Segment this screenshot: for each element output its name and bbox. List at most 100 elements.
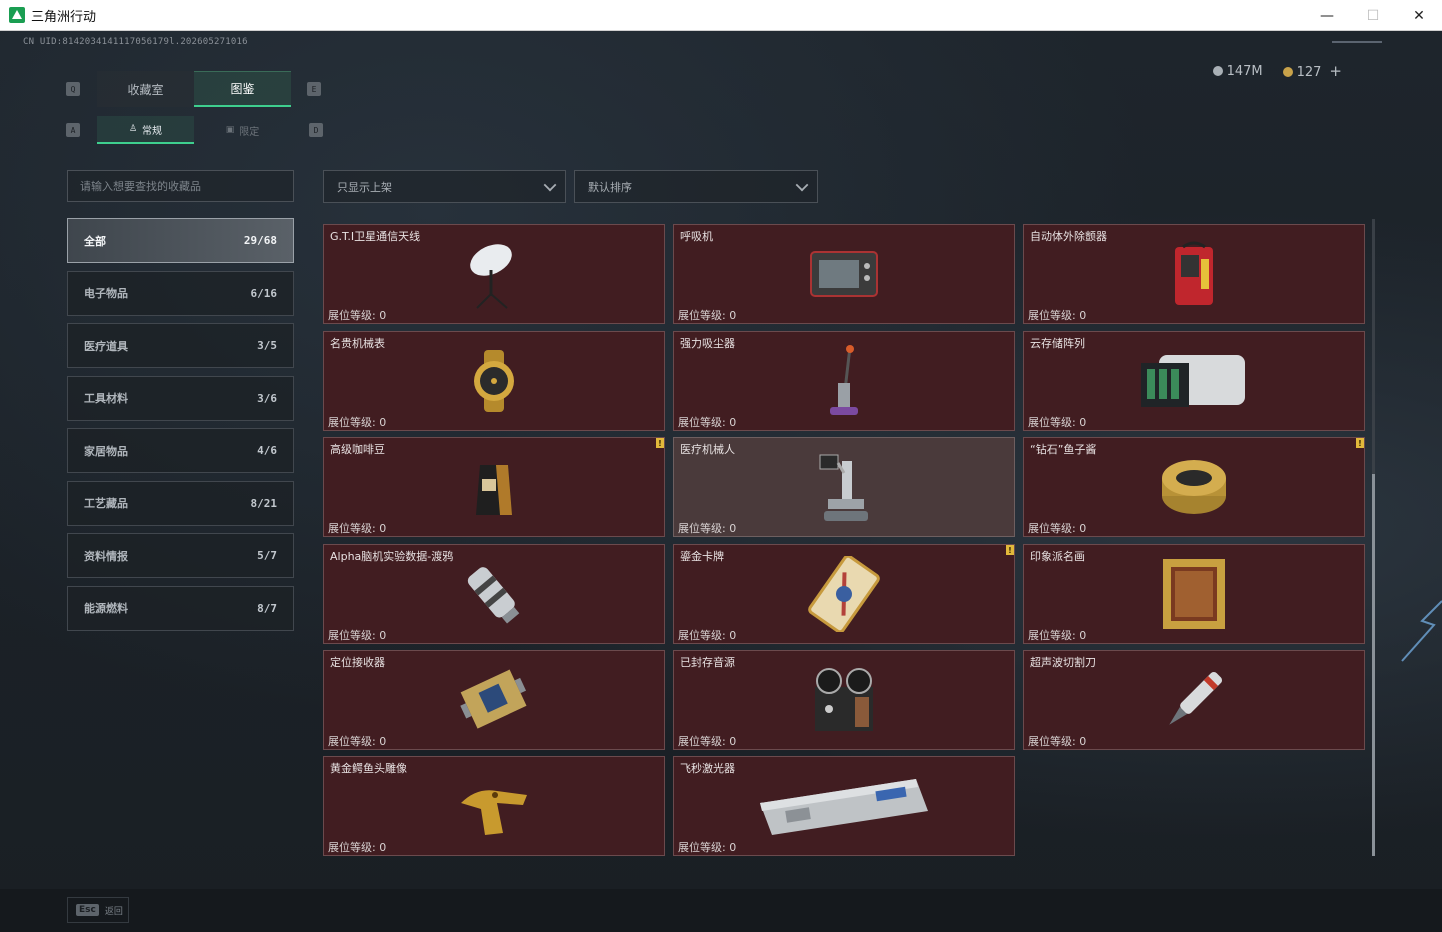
item-card[interactable]: “钻石”鱼子酱 ! 展位等级: 0 — [1023, 437, 1365, 537]
item-card[interactable]: 名贵机械表 展位等级: 0 — [323, 331, 665, 431]
item-card[interactable]: 自动体外除颤器 展位等级: 0 — [1023, 224, 1365, 324]
category-crafts[interactable]: 工艺藏品 8/21 — [67, 480, 294, 526]
item-card[interactable]: 印象派名画 展位等级: 0 — [1023, 544, 1365, 644]
item-card[interactable]: 飞秒激光器 展位等级: 0 — [673, 756, 1015, 856]
chevron-down-icon — [543, 178, 557, 192]
back-label: 返回 — [104, 906, 123, 917]
category-all[interactable]: 全部 29/68 — [67, 218, 294, 263]
tape-recorder-icon — [815, 668, 873, 731]
sub-tabs: ♙ 常规 ▣ 限定 — [97, 116, 291, 144]
item-name: 强力吸尘器 — [680, 337, 735, 350]
laser-device-icon — [760, 779, 928, 835]
maximize-button[interactable]: ☐ — [1350, 0, 1396, 31]
item-card[interactable]: 已封存音源 展位等级: 0 — [673, 650, 1015, 750]
silver-amount: 147M — [1226, 63, 1263, 79]
category-count: 4/6 — [257, 444, 277, 457]
figure-icon: ♙ — [128, 124, 138, 134]
item-level: 展位等级: 0 — [1028, 309, 1087, 322]
window-titlebar: 三角洲行动 — ☐ ✕ — [0, 0, 1442, 31]
window-title: 三角洲行动 — [31, 9, 97, 25]
category-count: 3/6 — [257, 391, 277, 405]
app-icon — [9, 7, 25, 23]
category-label: 电子物品 — [84, 287, 128, 300]
esc-key-icon: Esc — [76, 904, 99, 916]
vacuum-icon — [830, 345, 858, 415]
category-count: 3/5 — [257, 339, 277, 352]
tab-collection-room[interactable]: 收藏室 — [97, 71, 194, 107]
back-button[interactable]: Esc 返回 — [67, 897, 129, 923]
item-name: Alpha脑机实验数据-渡鸦 — [330, 550, 454, 563]
caviar-tin-icon — [1162, 460, 1226, 514]
item-card[interactable]: 鎏金卡牌 ! 展位等级: 0 — [673, 544, 1015, 644]
close-button[interactable]: ✕ — [1396, 0, 1442, 31]
category-energy[interactable]: 能源燃料 8/7 — [67, 585, 294, 631]
item-grid-scrollbar[interactable] — [1372, 219, 1375, 856]
item-level: 展位等级: 0 — [1028, 629, 1087, 642]
item-name: 定位接收器 — [330, 656, 385, 669]
category-count: 29/68 — [243, 234, 277, 247]
category-label: 医疗道具 — [84, 339, 128, 353]
ventilator-icon — [810, 251, 878, 297]
shelf-filter-dropdown[interactable]: 只显示上架 — [323, 170, 566, 203]
item-card[interactable]: 云存储阵列 展位等级: 0 — [1023, 331, 1365, 431]
category-count: 8/7 — [257, 601, 277, 615]
item-card[interactable]: 强力吸尘器 展位等级: 0 — [673, 331, 1015, 431]
item-name: 呼吸机 — [680, 230, 713, 243]
category-tools[interactable]: 工具材料 3/6 — [67, 375, 294, 421]
item-level: 展位等级: 0 — [328, 416, 387, 429]
tab-left-key-hint: Q — [66, 82, 80, 96]
search-input[interactable] — [80, 179, 293, 193]
silver-currency: 147M — [1212, 63, 1263, 79]
tab-right-key-hint: E — [307, 82, 321, 96]
bottom-bar — [0, 889, 1442, 932]
item-name: 印象派名画 — [1030, 550, 1085, 563]
item-card[interactable]: Alpha脑机实验数据-渡鸦 展位等级: 0 — [323, 544, 665, 644]
silver-coin-icon — [1212, 65, 1223, 76]
category-intel[interactable]: 资料情报 5/7 — [67, 533, 294, 578]
background-lightning — [1401, 600, 1442, 662]
item-card[interactable]: 高级咖啡豆 ! 展位等级: 0 — [323, 437, 665, 537]
gilded-card-icon — [808, 556, 880, 632]
item-card[interactable]: 呼吸机 展位等级: 0 — [673, 224, 1015, 324]
item-name: 鎏金卡牌 — [680, 550, 724, 563]
sort-dropdown[interactable]: 默认排序 — [574, 170, 818, 203]
gps-receiver-icon — [460, 669, 527, 729]
category-household[interactable]: 家居物品 4/6 — [67, 428, 294, 473]
satellite-dish-icon — [470, 244, 512, 309]
main-tabs: 收藏室 图鉴 — [97, 71, 291, 107]
add-currency-button[interactable]: + — [1329, 62, 1342, 80]
item-name: G.T.I卫星通信天线 — [330, 230, 421, 243]
medical-robot-icon — [819, 454, 868, 521]
currency-display: 147M 127 + — [1212, 62, 1342, 80]
top-decoration — [1332, 41, 1382, 43]
item-card[interactable]: 超声波切割刀 展位等级: 0 — [1023, 650, 1365, 750]
sort-value: 默认排序 — [588, 180, 632, 194]
category-label: 能源燃料 — [84, 602, 128, 615]
data-canister-icon — [467, 567, 520, 624]
item-level: 展位等级: 0 — [678, 416, 737, 429]
item-level: 展位等级: 0 — [328, 522, 387, 535]
watch-icon — [474, 350, 514, 412]
item-card[interactable]: 医疗机械人 展位等级: 0 — [673, 437, 1015, 537]
item-level: 展位等级: 0 — [328, 629, 387, 642]
category-medical[interactable]: 医疗道具 3/5 — [67, 323, 294, 368]
category-label: 资料情报 — [84, 549, 128, 563]
coffee-bag-icon — [476, 465, 512, 515]
category-count: 8/21 — [250, 496, 278, 510]
tab-catalog[interactable]: 图鉴 — [194, 71, 291, 107]
new-badge: ! — [1006, 545, 1014, 555]
category-count: 5/7 — [257, 549, 277, 562]
category-electronics[interactable]: 电子物品 6/16 — [67, 270, 294, 316]
player-uid: CN UID:8142034141117056179l.202605271016 — [23, 37, 248, 47]
subtab-regular[interactable]: ♙ 常规 — [97, 116, 194, 144]
item-name: 自动体外除颤器 — [1030, 230, 1107, 243]
subtab-limited[interactable]: ▣ 限定 — [194, 116, 291, 144]
item-card[interactable]: 定位接收器 展位等级: 0 — [323, 650, 665, 750]
category-label: 家居物品 — [84, 444, 128, 458]
minimize-button[interactable]: — — [1304, 0, 1350, 31]
item-card[interactable]: G.T.I卫星通信天线 展位等级: 0 — [323, 224, 665, 324]
card-icon: ▣ — [225, 125, 235, 135]
item-name: 医疗机械人 — [680, 443, 735, 456]
subtab-regular-label: 常规 — [142, 125, 163, 137]
item-card[interactable]: 黄金鳄鱼头雕像 展位等级: 0 — [323, 756, 665, 856]
